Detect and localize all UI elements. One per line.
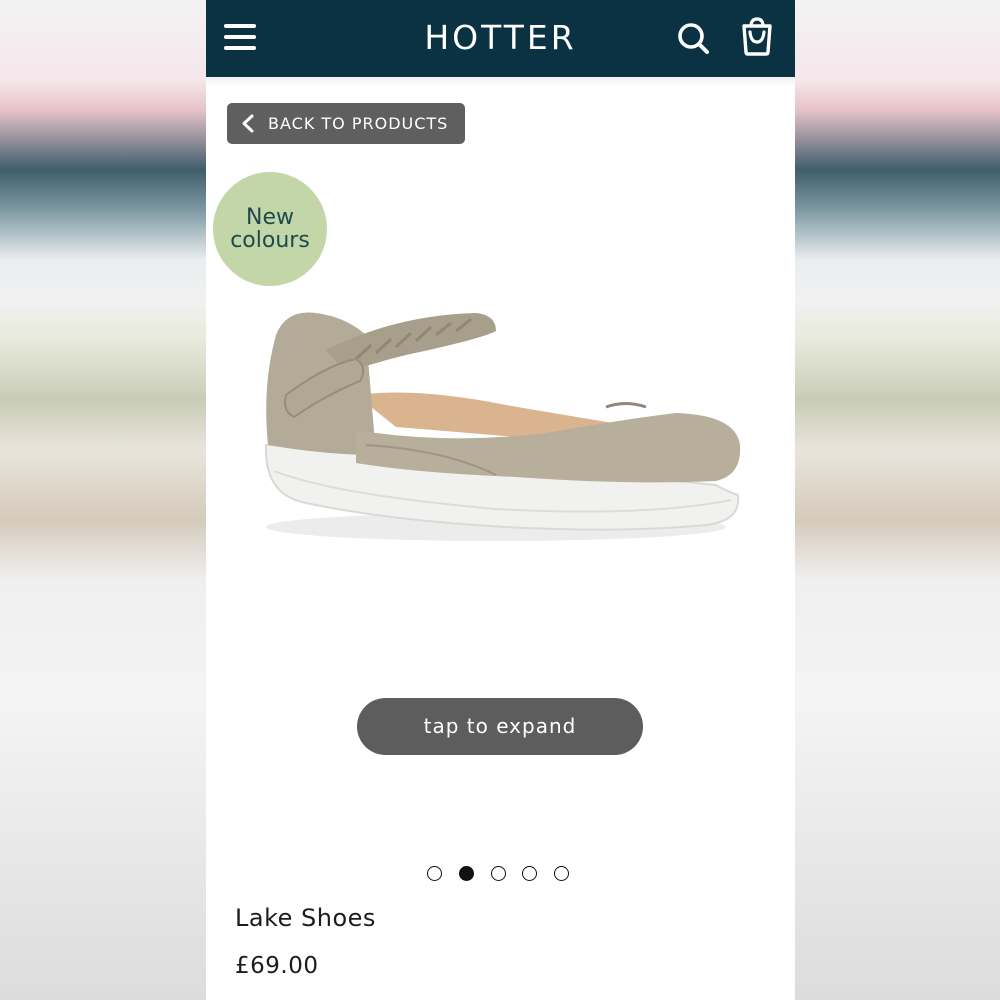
carousel-dot-1[interactable]	[427, 866, 442, 881]
carousel-dot-2[interactable]	[459, 866, 474, 881]
chevron-left-icon	[241, 114, 255, 133]
badge-line-colours: colours	[230, 228, 310, 253]
header-shadow	[206, 77, 795, 87]
back-to-products-button[interactable]: BACK TO PRODUCTS	[227, 103, 465, 144]
tap-to-expand-button[interactable]: tap to expand	[357, 698, 643, 755]
shopping-bag-icon[interactable]	[737, 14, 777, 56]
blurred-background-left	[0, 0, 206, 1000]
new-colours-badge: New colours	[213, 172, 327, 286]
top-navigation-bar: HOTTER	[206, 0, 795, 77]
carousel-pagination	[427, 866, 577, 886]
product-page: HOTTER BACK TO PRODUCTS New colours tap …	[206, 0, 795, 1000]
carousel-dot-5[interactable]	[554, 866, 569, 881]
product-price: £69.00	[235, 953, 319, 979]
badge-line-new: New	[246, 205, 294, 230]
product-image[interactable]	[246, 295, 756, 555]
blurred-background-right	[795, 0, 1000, 1000]
back-button-label: BACK TO PRODUCTS	[268, 114, 449, 133]
search-icon[interactable]	[673, 18, 713, 58]
product-title: Lake Shoes	[235, 904, 376, 932]
carousel-dot-4[interactable]	[522, 866, 537, 881]
carousel-dot-3[interactable]	[491, 866, 506, 881]
